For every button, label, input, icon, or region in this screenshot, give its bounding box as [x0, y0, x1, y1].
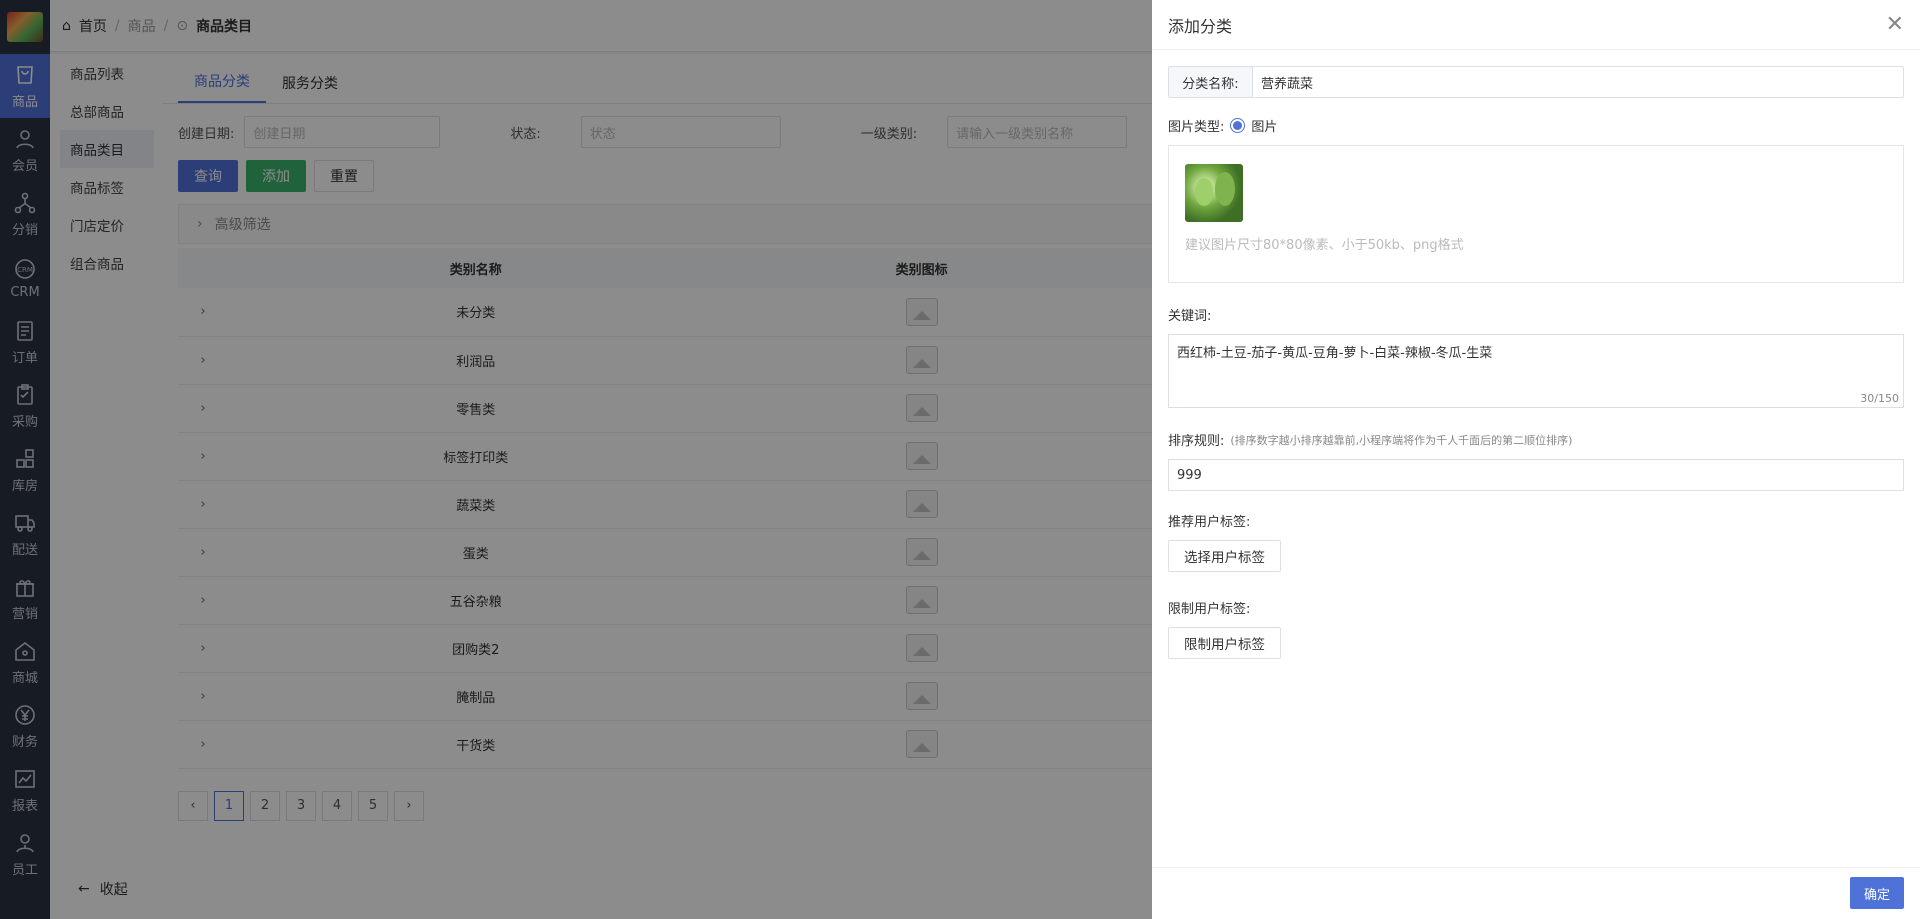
image-upload-box[interactable]: 建议图片尺寸80*80像素、小于50kb、png格式: [1168, 145, 1904, 283]
image-type-label: 图片类型:: [1168, 120, 1225, 135]
drawer-footer: 确定: [1152, 867, 1920, 919]
limit-user-tag-button[interactable]: 限制用户标签: [1168, 627, 1281, 659]
modal-overlay[interactable]: [0, 0, 1152, 919]
sort-input[interactable]: 999: [1168, 459, 1904, 491]
keywords-count: 30/150: [1860, 392, 1899, 405]
category-name-label: 分类名称:: [1169, 67, 1253, 97]
limit-tag-row: 限制用户标签:: [1168, 598, 1904, 617]
recommend-tag-row: 推荐用户标签:: [1168, 511, 1904, 530]
keywords-textarea[interactable]: 西红柿-土豆-茄子-黄瓜-豆角-萝卜-白菜-辣椒-冬瓜-生菜 30/150: [1168, 334, 1904, 408]
confirm-button[interactable]: 确定: [1849, 877, 1904, 909]
select-user-tag-button[interactable]: 选择用户标签: [1168, 540, 1281, 572]
keywords-label: 关键词:: [1168, 305, 1904, 324]
add-category-drawer: 添加分类 ✕ 分类名称: 营养蔬菜 图片类型: 图片 建议图片尺寸80*80像素…: [1152, 0, 1920, 919]
image-type-option[interactable]: 图片: [1251, 116, 1277, 135]
category-name-field[interactable]: 分类名称: 营养蔬菜: [1168, 66, 1904, 98]
close-icon[interactable]: ✕: [1886, 12, 1904, 37]
limit-tag-label: 限制用户标签:: [1168, 602, 1251, 617]
keywords-value: 西红柿-土豆-茄子-黄瓜-豆角-萝卜-白菜-辣椒-冬瓜-生菜: [1177, 346, 1493, 361]
image-type-row: 图片类型: 图片: [1168, 116, 1904, 135]
sort-rule-label: 排序规则:: [1168, 434, 1225, 449]
drawer-title: 添加分类: [1168, 16, 1233, 36]
category-thumbnail[interactable]: [1185, 164, 1243, 222]
drawer-header: 添加分类 ✕: [1152, 0, 1920, 50]
category-form: 分类名称: 营养蔬菜 图片类型: 图片 建议图片尺寸80*80像素、小于50kb…: [1152, 50, 1920, 659]
keywords-label-text: 关键词:: [1168, 309, 1212, 324]
image-hint: 建议图片尺寸80*80像素、小于50kb、png格式: [1185, 238, 1464, 253]
image-type-radio[interactable]: [1230, 118, 1246, 133]
category-name-input[interactable]: 营养蔬菜: [1253, 67, 1903, 97]
recommend-tag-label: 推荐用户标签:: [1168, 515, 1251, 530]
sort-rule-note: (排序数字越小排序越靠前,小程序端将作为千人千面后的第二顺位排序): [1230, 433, 1573, 447]
sort-rule-row: 排序规则: (排序数字越小排序越靠前,小程序端将作为千人千面后的第二顺位排序): [1168, 430, 1904, 450]
